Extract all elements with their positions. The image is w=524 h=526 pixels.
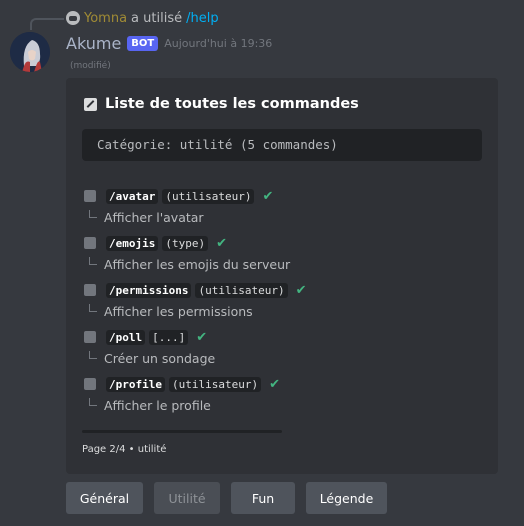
reply-reference[interactable]: Yomna a utilisé /help — [66, 9, 219, 27]
checkbox-icon — [84, 284, 96, 296]
command-name: /avatar — [106, 188, 159, 204]
command-item: /avatar (utilisateur) ✔ Afficher l'avata… — [84, 186, 484, 233]
pencil-icon — [84, 97, 97, 111]
command-item: /profile (utilisateur) ✔ Afficher le pro… — [84, 374, 484, 421]
checkbox-icon — [84, 378, 96, 390]
check-icon: ✔ — [216, 235, 228, 251]
command-list: /avatar (utilisateur) ✔ Afficher l'avata… — [84, 186, 484, 421]
branch-icon — [89, 257, 97, 265]
fun-button[interactable]: Fun — [231, 482, 295, 514]
command-arg: [...] — [149, 329, 189, 345]
message-header: Akume BOT Aujourd'hui à 19:36 — [66, 33, 272, 53]
embed-footer: Page 2/4 • utilité — [82, 444, 167, 455]
checkbox-icon — [84, 190, 96, 202]
checkbox-icon — [84, 331, 96, 343]
command-description: Afficher l'avatar — [104, 209, 204, 225]
branch-icon — [89, 351, 97, 359]
reply-action: a utilisé — [131, 10, 183, 26]
embed: Liste de toutes les commandes Catégorie:… — [66, 78, 498, 474]
edited-label: (modifié) — [70, 61, 111, 71]
legende-button[interactable]: Légende — [306, 482, 387, 514]
general-button[interactable]: Général — [66, 482, 143, 514]
command-item: /emojis (type) ✔ Afficher les emojis du … — [84, 233, 484, 280]
command-arg: (utilisateur) — [168, 376, 262, 392]
check-icon: ✔ — [269, 376, 280, 392]
command-item: /permissions (utilisateur) ✔ Afficher le… — [84, 280, 484, 327]
button-row: Général Utilité Fun Légende — [66, 482, 387, 514]
bot-tag: BOT — [127, 35, 159, 51]
command-name: /permissions — [106, 282, 192, 298]
check-icon: ✔ — [295, 282, 307, 298]
reply-command[interactable]: /help — [186, 11, 218, 26]
command-arg: (utilisateur) — [195, 282, 288, 298]
command-description: Afficher les permissions — [104, 303, 253, 319]
command-name: /emojis — [106, 235, 159, 251]
command-name: /profile — [106, 376, 165, 392]
embed-title: Liste de toutes les commandes — [84, 96, 359, 112]
command-item: /poll [...] ✔ Créer un sondage — [84, 327, 484, 374]
command-description: Afficher le profile — [104, 397, 211, 413]
command-description: Afficher les emojis du serveur — [104, 256, 291, 272]
author-name[interactable]: Akume — [66, 34, 121, 53]
branch-icon — [89, 398, 97, 406]
utilite-button[interactable]: Utilité — [154, 482, 220, 514]
checkbox-icon — [84, 237, 96, 249]
check-icon: ✔ — [262, 188, 274, 204]
reply-username[interactable]: Yomna — [84, 11, 127, 26]
embed-title-text: Liste de toutes les commandes — [105, 96, 359, 112]
timestamp: Aujourd'hui à 19:36 — [164, 36, 273, 50]
avatar[interactable] — [10, 32, 50, 72]
command-arg: (utilisateur) — [162, 188, 255, 204]
reply-spine — [30, 18, 64, 30]
command-name: /poll — [106, 329, 146, 345]
command-arg: (type) — [162, 235, 209, 251]
bot-reply-icon — [66, 11, 80, 25]
category-code-block: Catégorie: utilité (5 commandes) — [82, 129, 482, 161]
divider — [82, 430, 282, 433]
branch-icon — [89, 210, 97, 218]
check-icon: ✔ — [196, 329, 208, 345]
command-description: Créer un sondage — [104, 350, 216, 366]
branch-icon — [89, 304, 97, 312]
